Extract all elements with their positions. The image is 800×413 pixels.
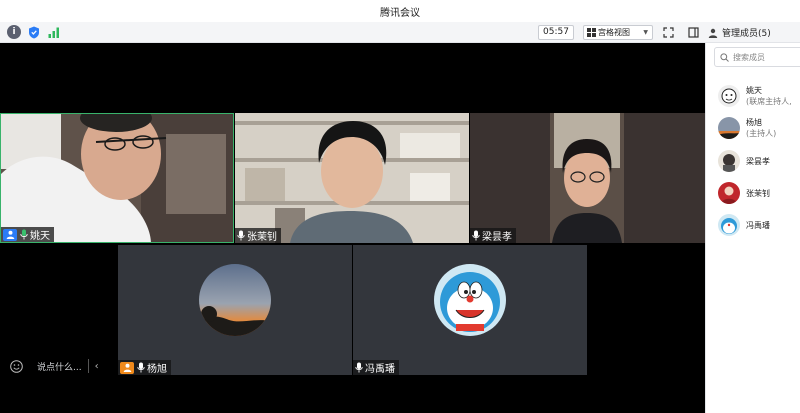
member-item[interactable]: 梁昙孝: [718, 148, 770, 174]
manage-members-button[interactable]: 管理成员(5): [708, 25, 771, 40]
emoji-icon[interactable]: [10, 359, 23, 373]
participant-name: 杨旭: [147, 364, 167, 375]
member-avatar: [718, 85, 740, 107]
member-name: 冯禹璠: [746, 220, 770, 230]
member-role: (联席主持人,: [746, 97, 792, 106]
person-icon: [708, 28, 718, 38]
title-bar: 腾讯会议: [0, 0, 800, 22]
member-name: 杨旭: [746, 118, 762, 127]
participant-name: 张茉钊: [247, 232, 277, 243]
video-tile-liang[interactable]: 梁昙孝: [470, 113, 705, 243]
mic-active-icon: [20, 229, 28, 240]
member-name: 张茉钊: [746, 188, 770, 198]
cohost-badge-icon: [120, 361, 134, 374]
shield-icon[interactable]: [27, 25, 41, 39]
fullscreen-icon[interactable]: [661, 25, 675, 39]
info-icon[interactable]: i: [7, 25, 21, 39]
sunset-avatar: [199, 264, 271, 336]
name-tag: 姚天: [1, 227, 54, 242]
chevron-left-icon[interactable]: ‹: [95, 361, 99, 372]
view-label: 宫格视图: [598, 28, 630, 37]
chevron-down-icon: ▼: [643, 29, 648, 36]
member-name: 姚天: [746, 86, 762, 95]
member-panel: 搜索成员 姚天 (联席主持人, 杨旭 (主持人) 梁昙孝 张茉钊 冯禹璠: [705, 43, 800, 413]
toolbar: i 05:57 宫格视图 ▼ 管理成员(5): [0, 22, 800, 43]
member-avatar: [718, 214, 740, 236]
participant-name: 姚天: [30, 231, 50, 242]
member-search-input[interactable]: 搜索成员: [714, 47, 800, 67]
name-tag: 梁昙孝: [470, 228, 516, 243]
participant-video: [470, 113, 705, 243]
member-avatar: [718, 117, 740, 139]
video-grid: 姚天 张茉钊 梁昙孝 杨旭 冯禹璠 说点什么... ‹: [0, 43, 705, 413]
member-role: (主持人): [746, 129, 777, 138]
member-name: 梁昙孝: [746, 156, 770, 166]
meeting-window: 腾讯会议 i 05:57 宫格视图 ▼ 管理成员(5) 姚天 张茉钊 梁昙孝 杨…: [0, 0, 800, 413]
mic-icon: [137, 362, 145, 373]
search-placeholder: 搜索成员: [733, 52, 765, 62]
video-tile-feng[interactable]: 冯禹璠: [353, 245, 587, 375]
grid-view-dropdown[interactable]: 宫格视图 ▼: [583, 25, 653, 40]
chat-input[interactable]: 说点什么...: [37, 360, 82, 373]
member-avatar: [718, 182, 740, 204]
member-item[interactable]: 姚天 (联席主持人,: [718, 83, 792, 109]
mic-icon: [472, 230, 480, 241]
participant-name: 梁昙孝: [482, 232, 512, 243]
member-item[interactable]: 杨旭 (主持人): [718, 115, 776, 141]
signal-icon[interactable]: [47, 25, 61, 39]
member-item[interactable]: 张茉钊: [718, 180, 770, 206]
window-title: 腾讯会议: [380, 7, 420, 19]
participant-video: [235, 113, 469, 243]
search-icon: [720, 52, 729, 62]
video-tile-yaotian[interactable]: 姚天: [0, 113, 234, 243]
mic-icon: [355, 362, 363, 373]
name-tag: 冯禹璠: [353, 360, 399, 375]
member-item[interactable]: 冯禹璠: [718, 212, 770, 238]
host-badge-icon: [3, 228, 17, 241]
divider: [87, 359, 89, 373]
side-panel-icon[interactable]: [686, 25, 700, 39]
mic-icon: [237, 230, 245, 241]
video-tile-yangxu[interactable]: 杨旭: [118, 245, 352, 375]
participant-name: 冯禹璠: [365, 364, 395, 375]
members-label: 管理成员(5): [722, 29, 771, 39]
doraemon-avatar: [434, 264, 506, 336]
chat-bar: 说点什么... ‹: [10, 355, 99, 377]
participant-video: [1, 114, 233, 242]
grid-icon: [587, 28, 596, 37]
member-avatar: [718, 150, 740, 172]
video-tile-zhang[interactable]: 张茉钊: [235, 113, 469, 243]
name-tag: 张茉钊: [235, 228, 281, 243]
meeting-timer: 05:57: [538, 25, 574, 40]
name-tag: 杨旭: [118, 360, 171, 375]
